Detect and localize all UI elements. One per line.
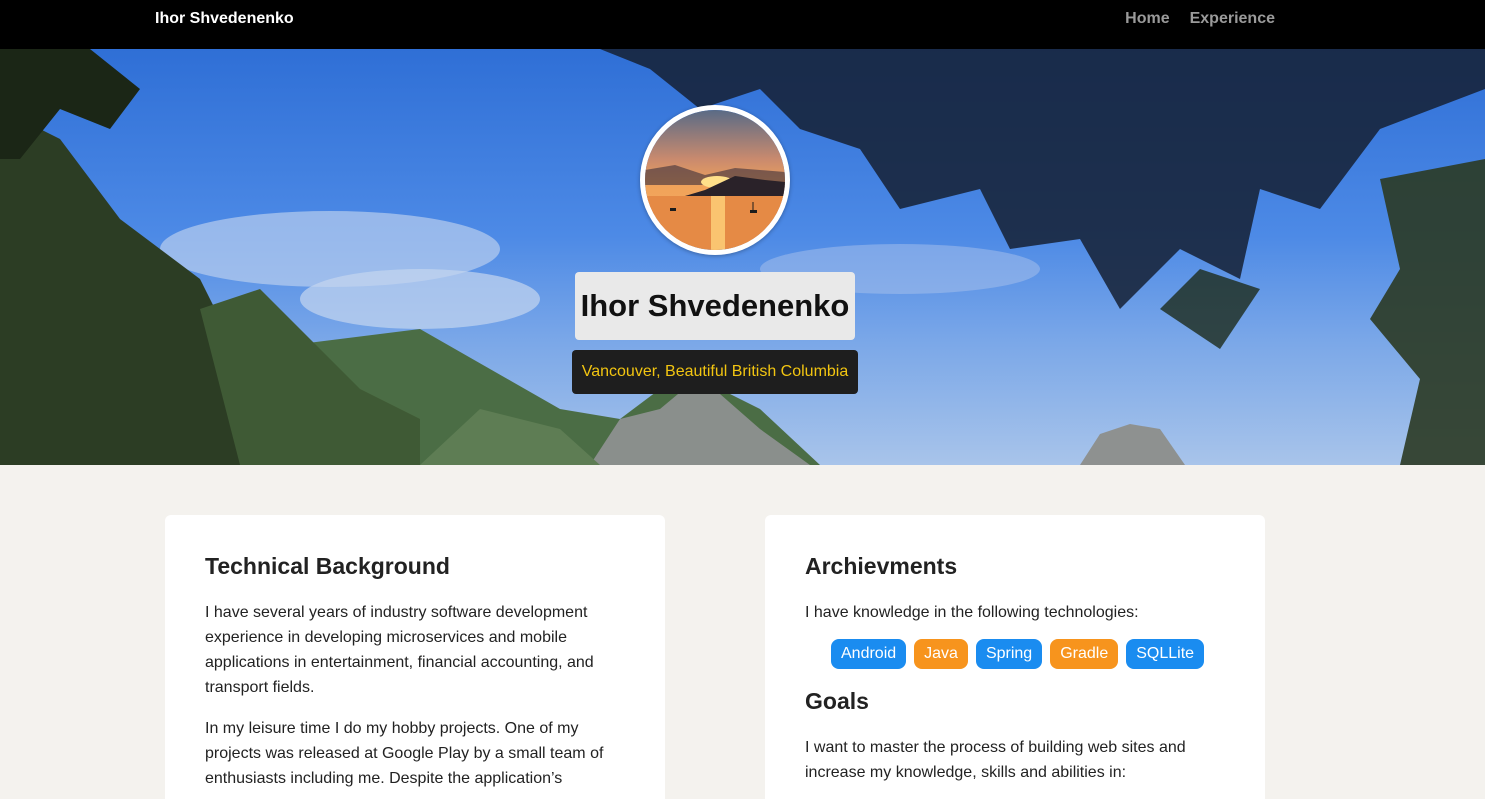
achievements-intro: I have knowledge in the following techno… <box>805 604 1139 621</box>
goals-text: I want to master the process of building… <box>805 739 1186 781</box>
profile-name: Ihor Shvedenenko <box>575 272 855 340</box>
profile-avatar <box>640 105 790 255</box>
goals-heading: Goals <box>805 688 869 714</box>
nav-links: Home Experience <box>1125 10 1275 28</box>
top-navbar: Ihor Shvedenenko Home Experience <box>0 0 1485 49</box>
achievements-card: Archievments I have knowledge in the fol… <box>765 515 1265 799</box>
technical-background-heading: Technical Background <box>205 553 450 579</box>
nav-experience-link[interactable]: Experience <box>1190 10 1275 28</box>
hero-banner: Ihor Shvedenenko Vancouver, Beautiful Br… <box>0 49 1485 465</box>
technical-paragraph-1: I have several years of industry softwar… <box>205 604 594 696</box>
achievements-heading: Archievments <box>805 553 958 579</box>
brand-link[interactable]: Ihor Shvedenenko <box>155 10 294 28</box>
tag-gradle: Gradle <box>1050 639 1119 669</box>
sunset-photo <box>645 110 785 250</box>
tag-spring: Spring <box>975 639 1043 669</box>
technical-background-card: Technical Background I have several year… <box>165 515 665 799</box>
tag-android: Android <box>831 639 907 669</box>
technology-tags: Android Java Spring Gradle SQLLite <box>831 639 1225 669</box>
technical-paragraph-2: In my leisure time I do my hobby project… <box>205 720 604 787</box>
profile-location: Vancouver, Beautiful British Columbia <box>572 350 858 394</box>
nav-home-link[interactable]: Home <box>1125 10 1169 28</box>
tag-sqllite: SQLLite <box>1126 639 1205 669</box>
tag-java: Java <box>914 639 968 669</box>
